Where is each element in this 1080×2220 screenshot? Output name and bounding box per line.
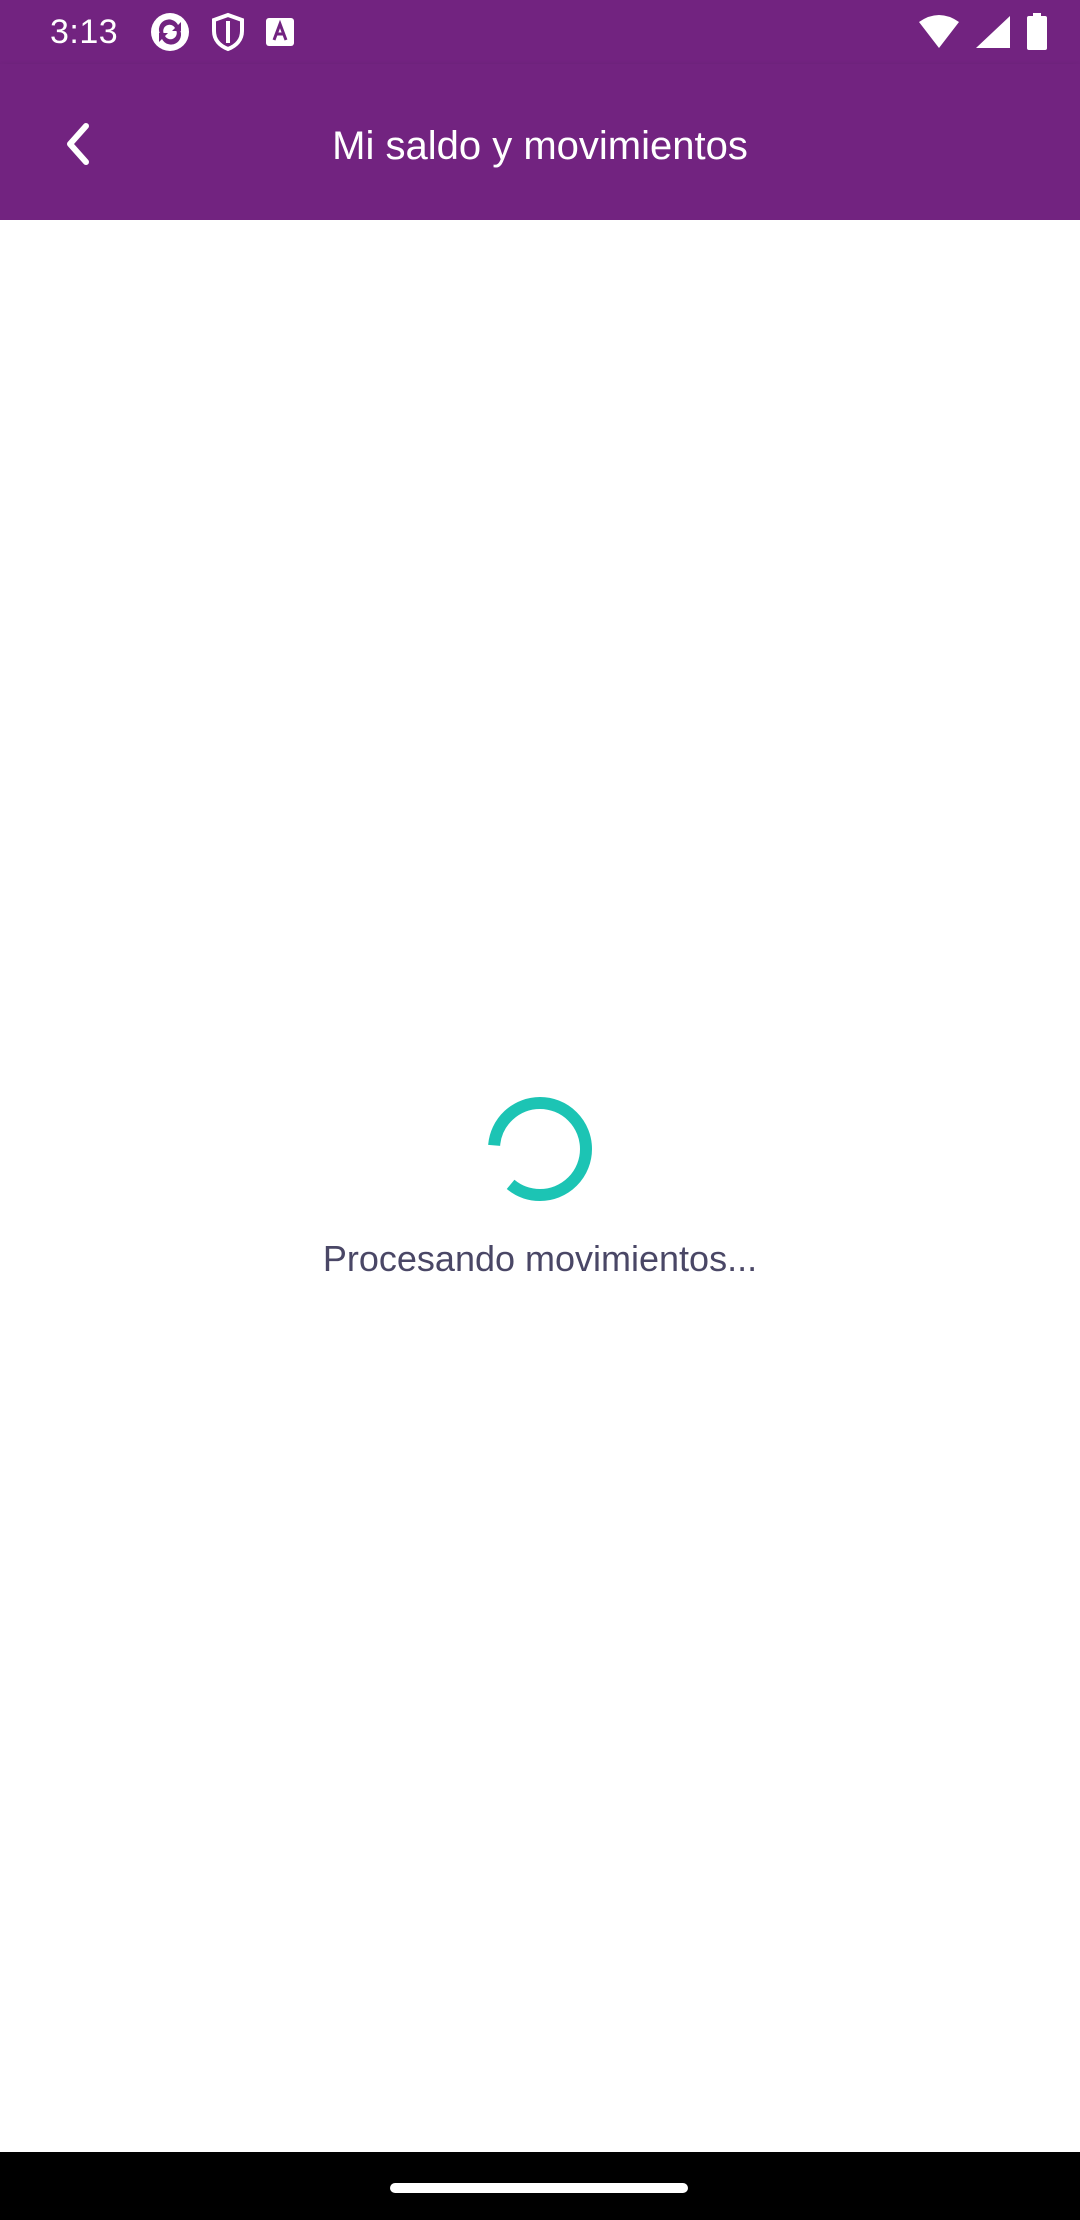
app-bar: Mi saldo y movimientos [0, 64, 1080, 220]
status-right-icons [918, 12, 1048, 52]
home-indicator[interactable] [390, 2183, 688, 2193]
screen: 3:13 Mi saldo y movimientos Procesando m… [0, 0, 1080, 2220]
font-a-icon [264, 16, 296, 48]
main-content: Procesando movimientos... [0, 220, 1080, 2152]
battery-icon [1026, 13, 1048, 51]
page-title: Mi saldo y movimientos [332, 124, 748, 168]
navigation-bar [0, 2152, 1080, 2220]
loading-message: Procesando movimientos... [322, 1238, 758, 1279]
status-bar: 3:13 [0, 0, 1080, 64]
shield-icon [210, 12, 246, 52]
loading-indicator: Procesando movimientos... [0, 1093, 1080, 1283]
status-left-icons [148, 12, 296, 52]
status-time: 3:13 [50, 13, 119, 51]
signal-icon [974, 14, 1012, 50]
sync-app-icon [148, 10, 192, 54]
wifi-icon [918, 14, 960, 50]
loading-spinner-icon [488, 1097, 592, 1201]
